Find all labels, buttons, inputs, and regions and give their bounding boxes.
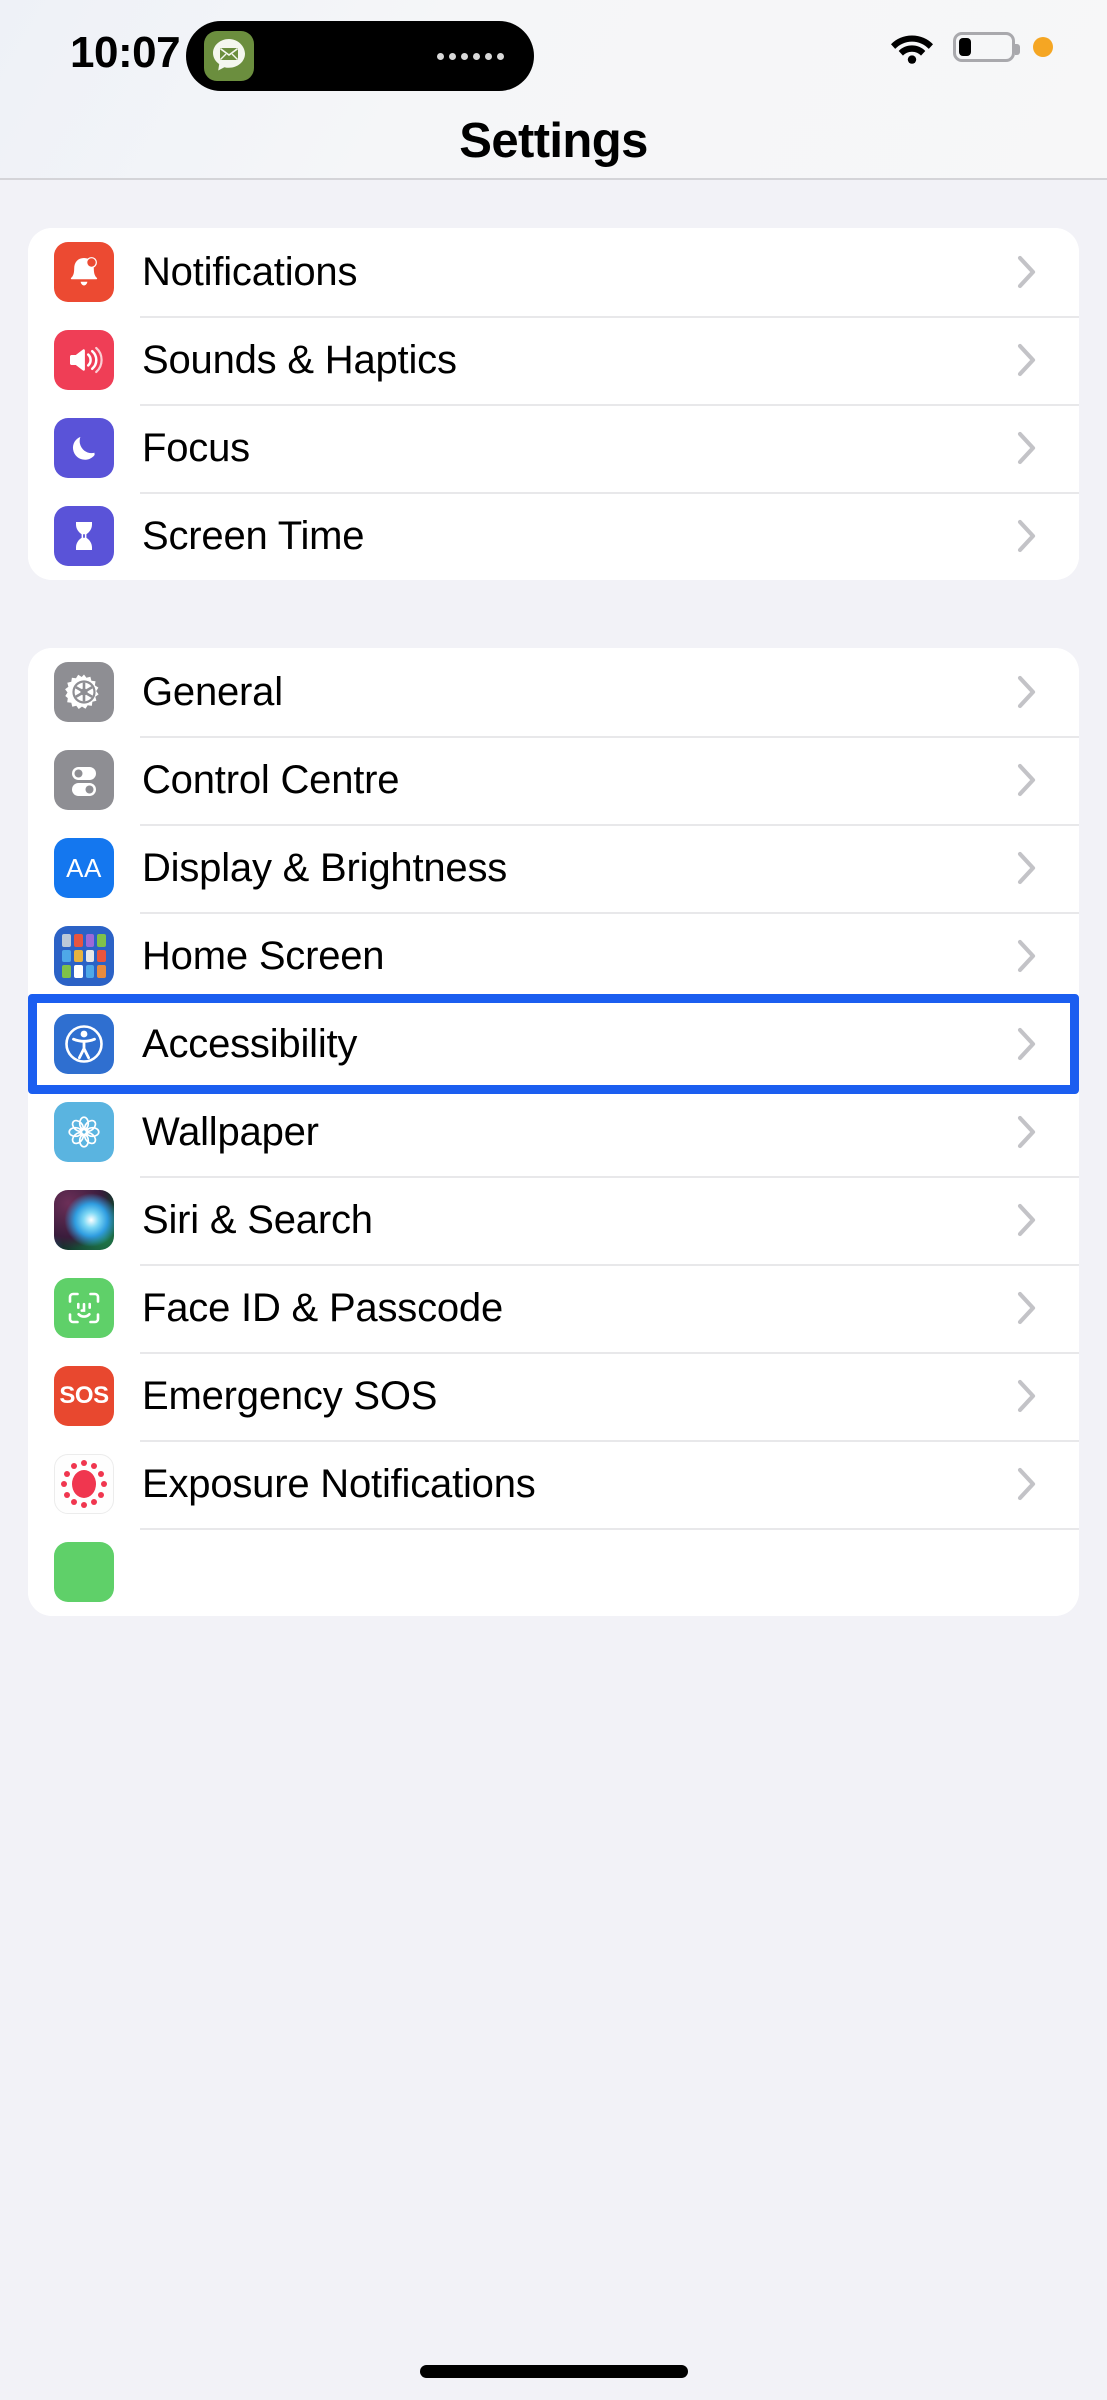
status-bar-clock: 10:07 <box>70 28 181 77</box>
chevron-right-icon <box>1017 763 1037 797</box>
settings-row-label: Sounds & Haptics <box>142 337 457 382</box>
settings-scroll-view[interactable]: Notifications Sounds & Haptics Focus Scr… <box>0 180 1107 2400</box>
settings-row-label: Focus <box>142 425 250 470</box>
settings-row-label: Face ID & Passcode <box>142 1285 504 1330</box>
settings-row-label: Siri & Search <box>142 1197 373 1242</box>
settings-row-focus[interactable]: Focus <box>28 404 1079 492</box>
settings-group-2: General Control Centre AA Display & Brig… <box>28 648 1079 1616</box>
hourglass-icon <box>54 506 114 566</box>
settings-row-siri-search[interactable]: Siri & Search <box>28 1176 1079 1264</box>
battery-low-icon <box>953 32 1020 62</box>
settings-row-label: Emergency SOS <box>142 1373 438 1418</box>
orange-privacy-dot <box>1033 37 1053 57</box>
settings-row-display-brightness[interactable]: AA Display & Brightness <box>28 824 1079 912</box>
settings-row-sounds-haptics[interactable]: Sounds & Haptics <box>28 316 1079 404</box>
accessibility-icon <box>54 1014 114 1074</box>
settings-row-notifications[interactable]: Notifications <box>28 228 1079 316</box>
settings-row-face-id-passcode[interactable]: Face ID & Passcode <box>28 1264 1079 1352</box>
chevron-right-icon <box>1017 519 1037 553</box>
settings-row-label: Exposure Notifications <box>142 1461 536 1506</box>
status-bar-indicators <box>889 30 1053 64</box>
gear-icon <box>54 662 114 722</box>
page-title: Settings <box>459 114 648 168</box>
chevron-right-icon <box>1017 939 1037 973</box>
privacy-hand-icon <box>54 1542 114 1602</box>
dynamic-island-activity-dots <box>437 52 504 60</box>
chevron-right-icon <box>1017 343 1037 377</box>
app-grid-icon <box>54 926 114 986</box>
speaker-waves-icon <box>54 330 114 390</box>
settings-row-wallpaper[interactable]: Wallpaper <box>28 1088 1079 1176</box>
settings-row-emergency-sos[interactable]: SOS Emergency SOS <box>28 1352 1079 1440</box>
settings-row-label: Home Screen <box>142 933 385 978</box>
face-id-icon <box>54 1278 114 1338</box>
chevron-right-icon <box>1017 255 1037 289</box>
bell-icon <box>54 242 114 302</box>
flower-icon <box>54 1102 114 1162</box>
settings-row-label: Screen Time <box>142 513 365 558</box>
mail-bubble-icon <box>204 31 254 81</box>
settings-row-partial-below[interactable] <box>28 1528 1079 1616</box>
wifi-icon <box>889 30 935 64</box>
settings-row-general[interactable]: General <box>28 648 1079 736</box>
moon-icon <box>54 418 114 478</box>
settings-row-label: General <box>142 669 283 714</box>
dynamic-island[interactable] <box>186 21 534 91</box>
settings-row-exposure-notifications[interactable]: Exposure Notifications <box>28 1440 1079 1528</box>
settings-row-label: Accessibility <box>142 1021 358 1066</box>
chevron-right-icon <box>1017 1467 1037 1501</box>
chevron-right-icon <box>1017 1115 1037 1149</box>
exposure-dots-icon <box>54 1454 114 1514</box>
siri-orb-icon <box>54 1190 114 1250</box>
chevron-right-icon <box>1017 1291 1037 1325</box>
chevron-right-icon <box>1017 675 1037 709</box>
settings-row-label: Control Centre <box>142 757 400 802</box>
chevron-right-icon <box>1017 851 1037 885</box>
settings-row-screen-time[interactable]: Screen Time <box>28 492 1079 580</box>
home-indicator-bar <box>419 2365 688 2378</box>
chevron-right-icon <box>1017 1027 1037 1061</box>
settings-row-label: Wallpaper <box>142 1109 319 1154</box>
settings-row-control-centre[interactable]: Control Centre <box>28 736 1079 824</box>
aa-text-icon: AA <box>54 838 114 898</box>
settings-row-label: Display & Brightness <box>142 845 508 890</box>
toggles-icon <box>54 750 114 810</box>
chevron-right-icon <box>1017 1203 1037 1237</box>
settings-row-accessibility[interactable]: Accessibility <box>28 1000 1079 1088</box>
settings-group-1: Notifications Sounds & Haptics Focus Scr… <box>28 228 1079 580</box>
sos-icon: SOS <box>54 1366 114 1426</box>
settings-row-label: Notifications <box>142 249 358 294</box>
settings-row-home-screen[interactable]: Home Screen <box>28 912 1079 1000</box>
chevron-right-icon <box>1017 431 1037 465</box>
chevron-right-icon <box>1017 1379 1037 1413</box>
